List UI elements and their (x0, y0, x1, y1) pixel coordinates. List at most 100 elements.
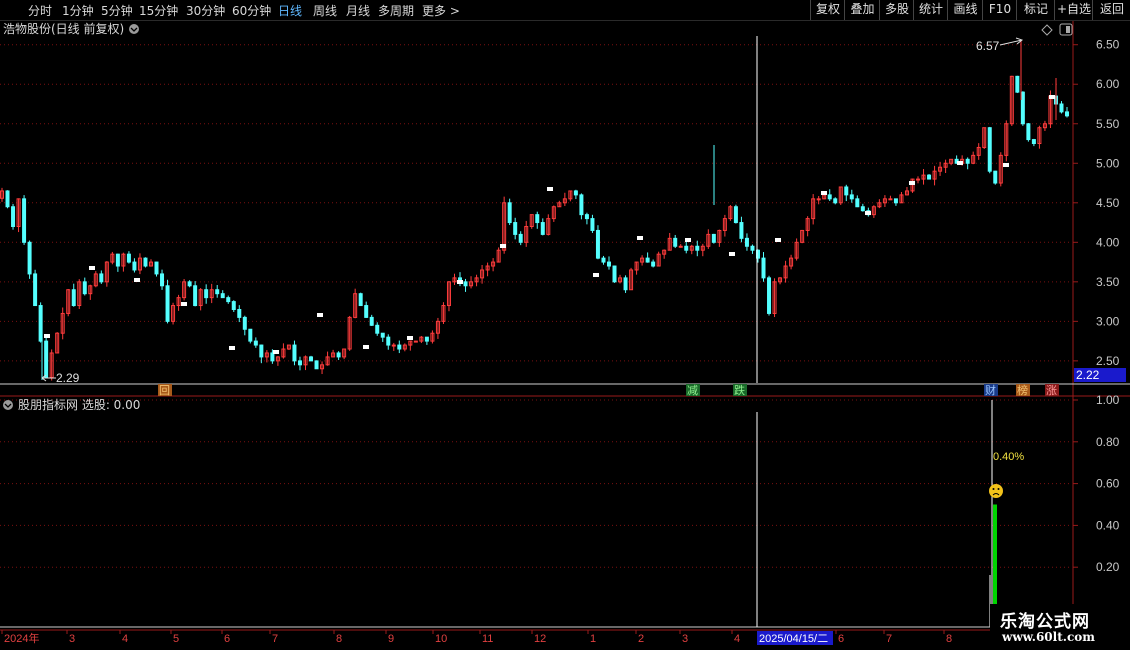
event-badge-label-5: 涨 (1046, 384, 1057, 397)
candle-body (573, 190, 578, 196)
x-axis-label: 8 (946, 633, 952, 645)
ind-y-tick-label: 0.60 (1096, 477, 1120, 491)
tab-8[interactable]: 月线 (346, 2, 370, 19)
candles-group (0, 40, 1069, 381)
candle-body (855, 198, 860, 208)
candle-body (237, 308, 242, 318)
event-dot-17 (821, 191, 827, 195)
event-badge-label-4: 榜 (1017, 383, 1028, 397)
ind-y-tick-label: 0.80 (1096, 435, 1120, 449)
event-dot-4 (229, 346, 235, 350)
main-y-tick-label: 5.00 (1096, 156, 1120, 170)
x-axis-label: 2024年 (4, 631, 39, 645)
ind-y-tick-label: 1.00 (1096, 393, 1120, 407)
main-y-tick-label: 3.00 (1096, 314, 1120, 328)
diamond-icon[interactable] (1041, 24, 1053, 36)
candle-body (1059, 103, 1064, 113)
event-dot-0 (44, 334, 50, 338)
x-axis-label: 8 (336, 633, 342, 645)
x-axis-label: 6 (838, 633, 844, 645)
tab-5[interactable]: 60分钟 (232, 2, 271, 19)
main-y-tick-label: 6.00 (1096, 77, 1120, 91)
candle-body (623, 277, 628, 291)
event-dot-10 (500, 244, 506, 248)
price-tag-label: 2.22 (1076, 368, 1100, 382)
event-dot-21 (1003, 163, 1009, 167)
toolbar-button-6[interactable]: 标记 (1016, 0, 1055, 20)
candle-body (844, 186, 849, 196)
toolbar-button-1[interactable]: 叠加 (844, 0, 880, 20)
candle-body (253, 340, 258, 346)
x-axis-label: 3 (69, 633, 75, 645)
event-dot-16 (775, 238, 781, 242)
candle-body (833, 198, 838, 204)
tab-9[interactable]: 多周期 (378, 2, 414, 19)
candle-body (44, 340, 49, 378)
toolbar-button-8[interactable]: 返回 (1092, 0, 1130, 20)
candle-body (160, 273, 165, 287)
tab-7[interactable]: 周线 (313, 2, 337, 19)
chevron-down-icon[interactable] (3, 400, 13, 410)
x-axis-label: 5 (173, 633, 179, 645)
candle-body (584, 214, 589, 220)
candle-body (154, 261, 159, 275)
x-axis-label: 9 (388, 633, 394, 645)
tab-6[interactable]: 日线 (278, 2, 302, 19)
event-dot-19 (909, 181, 915, 185)
chevron-down-icon[interactable] (129, 24, 139, 34)
candle-body (248, 328, 253, 342)
event-dot-6 (317, 313, 323, 317)
ind-y-tick-label: 0.40 (1096, 518, 1120, 532)
tab-10[interactable]: 更多 > (422, 2, 460, 19)
stock-chart[interactable]: 6.50 6.00 5.50 5.00 4.50 4.00 3.50 3.00 2.50 1.00… (0, 0, 1130, 650)
event-dot-11 (547, 187, 553, 191)
toolbar-button-3[interactable]: 统计 (913, 0, 948, 20)
toolbar-button-4[interactable]: 画线 (947, 0, 983, 20)
event-dot-18 (865, 211, 871, 215)
candle-body (1065, 111, 1069, 117)
toolbar-button-5[interactable]: F10 (982, 0, 1017, 20)
x-axis-label: 2 (638, 633, 644, 645)
event-dot-22 (1049, 95, 1055, 99)
main-y-tick-label: 3.50 (1096, 275, 1120, 289)
candle-body (744, 237, 749, 247)
tab-4[interactable]: 30分钟 (186, 2, 225, 19)
main-y-tick-label: 6.50 (1096, 38, 1120, 52)
event-badge-label-1: 减 (687, 384, 698, 397)
x-axis-label: 1 (590, 633, 596, 645)
candle-body (386, 336, 391, 346)
toolbar-button-0[interactable]: 复权 (810, 0, 845, 20)
candle-body (215, 289, 220, 295)
candle-body (126, 253, 131, 263)
tab-0[interactable]: 分时 (28, 2, 52, 19)
event-dot-3 (181, 302, 187, 306)
candle-body (132, 261, 137, 271)
candle-body (297, 360, 302, 366)
candle-body (733, 206, 738, 224)
candle-body (540, 222, 545, 235)
toolbar-button-7[interactable]: +自选 (1054, 0, 1093, 20)
candle-body (965, 158, 970, 164)
x-axis-label: 7 (886, 633, 892, 645)
candle-body (5, 190, 10, 208)
candle-body (38, 305, 43, 342)
x-axis-label: 4 (734, 633, 740, 645)
candle-body (358, 293, 363, 307)
toolbar-button-2[interactable]: 多股 (879, 0, 914, 20)
candle-body (761, 257, 766, 279)
indicator-bars (989, 400, 997, 627)
tab-2[interactable]: 5分钟 (101, 2, 133, 19)
event-dot-9 (457, 280, 463, 284)
x-axis-label: 6 (224, 633, 230, 645)
candle-body (513, 222, 518, 235)
candle-body (816, 198, 821, 201)
candle-body (893, 198, 898, 204)
sad-face-eye (992, 488, 995, 490)
watermark-url: www.60lt.com (1002, 630, 1095, 644)
candle-body (606, 261, 611, 267)
tab-1[interactable]: 1分钟 (62, 2, 94, 19)
x-axis-label: 11 (482, 633, 493, 645)
tab-3[interactable]: 15分钟 (139, 2, 178, 19)
candle-body (99, 273, 104, 283)
panel-toggle-icon-fill (1066, 26, 1070, 33)
